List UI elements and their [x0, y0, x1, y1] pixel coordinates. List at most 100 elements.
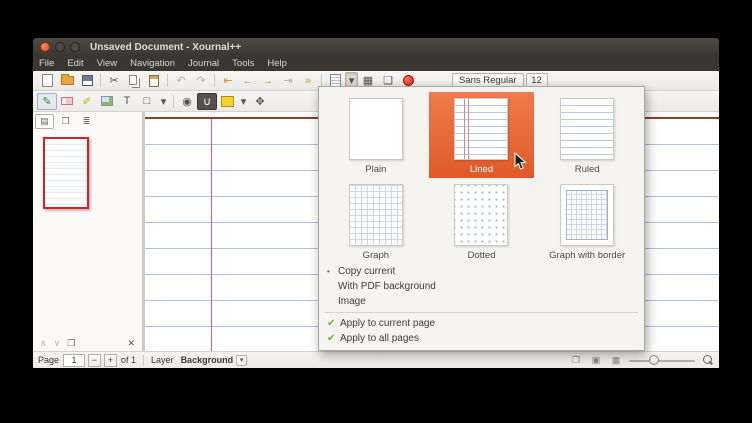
close-button[interactable] [40, 42, 50, 52]
paper-option-dotted[interactable]: Dotted [429, 178, 535, 264]
copy-button[interactable] [124, 72, 144, 89]
delete-page-button[interactable]: ✕ [127, 338, 135, 349]
chevron-down-icon: ▾ [240, 356, 244, 364]
zoom-original-icon: ▦ [612, 355, 621, 366]
paper-option-ruled[interactable]: Ruled [534, 92, 640, 178]
move-page-up-button[interactable]: ∧ [40, 338, 47, 349]
zoom-controls: ❐ ▣ ▦ [569, 354, 714, 367]
save-button[interactable] [77, 72, 97, 89]
apply-current-page-item[interactable]: ✔ Apply to current page [323, 316, 640, 331]
maximize-button[interactable] [70, 42, 80, 52]
open-button[interactable] [57, 72, 77, 89]
popup-item-copy-current[interactable]: • Copy current [323, 264, 640, 279]
color-swatch-icon [221, 96, 234, 107]
highlighter-tool-button[interactable]: ✐ [77, 93, 97, 110]
minimize-button[interactable] [55, 42, 65, 52]
graph-paper-preview [349, 184, 403, 246]
page-decrement-button[interactable]: − [88, 354, 101, 367]
paper-option-label: Plain [327, 164, 425, 175]
sidebar-tab-pages[interactable]: ❐ [56, 114, 75, 129]
zoom-slider[interactable] [629, 354, 695, 367]
paper-option-graph-border[interactable]: Graph with border [534, 178, 640, 264]
paper-option-label: Graph with border [538, 250, 636, 261]
shapes-tool-button[interactable]: □ [137, 93, 157, 110]
minus-icon: − [92, 355, 97, 365]
zoom-fit-icon: ▣ [592, 355, 601, 366]
sidebar: ▤ ❐ ≣ ∧ ∨ ❐ ✕ [33, 112, 145, 351]
mouse-cursor [514, 152, 527, 171]
page-number-value: 1 [72, 355, 77, 365]
dropdown-arrow-icon: ▾ [241, 95, 247, 108]
new-document-button[interactable] [37, 72, 57, 89]
last-annotated-page-button[interactable]: » [298, 72, 318, 89]
bullet-icon: • [327, 267, 338, 276]
popup-item-image[interactable]: Image [323, 294, 640, 309]
color-dropdown-button[interactable]: ▾ [237, 93, 250, 110]
paper-option-label: Graph [327, 250, 425, 261]
move-page-down-button[interactable]: ∨ [54, 338, 61, 349]
down-arrow-icon: ∨ [54, 338, 61, 348]
last-page-icon: ⇥ [283, 74, 292, 87]
menu-help[interactable]: Help [267, 58, 287, 69]
save-icon [82, 75, 93, 86]
shapes-dropdown-button[interactable]: ▾ [157, 93, 170, 110]
open-folder-icon [61, 76, 74, 85]
menu-edit[interactable]: Edit [67, 58, 83, 69]
shape-recognizer-button[interactable]: ◉ [177, 93, 197, 110]
layer-select[interactable]: Background ▾ [178, 354, 251, 367]
hand-tool-button[interactable]: ✥ [250, 93, 270, 110]
page-number-input[interactable]: 1 [63, 354, 85, 367]
menu-file[interactable]: File [39, 58, 54, 69]
previous-page-icon: ← [243, 75, 254, 87]
redo-button[interactable]: ↷ [191, 72, 211, 89]
pair-pages-button[interactable]: ❐ [569, 354, 583, 367]
text-tool-button[interactable]: T [117, 93, 137, 110]
up-arrow-icon: ∧ [40, 338, 47, 348]
popup-item-label: Image [338, 296, 366, 307]
zoom-magnifier-icon[interactable] [701, 354, 714, 367]
menu-journal[interactable]: Journal [188, 58, 219, 69]
first-page-icon: ⇤ [223, 74, 232, 87]
zoom-slider-track [629, 360, 695, 362]
zoom-original-button[interactable]: ▦ [609, 354, 623, 367]
popup-item-label: Copy current [338, 266, 395, 277]
paper-option-graph[interactable]: Graph [323, 178, 429, 264]
pen-icon: ✎ [42, 95, 51, 108]
menu-view[interactable]: View [97, 58, 117, 69]
first-page-button[interactable]: ⇤ [218, 72, 238, 89]
paste-button[interactable] [144, 72, 164, 89]
copy-page-button[interactable]: ❐ [67, 338, 75, 349]
next-page-button[interactable]: → [258, 72, 278, 89]
last-page-button[interactable]: ⇥ [278, 72, 298, 89]
undo-button[interactable]: ↶ [171, 72, 191, 89]
sidebar-tab-contents[interactable]: ▤ [35, 114, 54, 129]
apply-all-pages-item[interactable]: ✔ Apply to all pages [323, 331, 640, 346]
zoom-slider-handle[interactable] [649, 355, 659, 365]
sidebar-tab-layers[interactable]: ≣ [77, 114, 96, 129]
page-increment-button[interactable]: + [104, 354, 117, 367]
paper-option-plain[interactable]: Plain [323, 92, 429, 178]
zoom-fit-button[interactable]: ▣ [589, 354, 603, 367]
image-tool-button[interactable] [97, 93, 117, 110]
previous-page-button[interactable]: ← [238, 72, 258, 89]
menubar: File Edit View Navigation Journal Tools … [33, 56, 719, 71]
color-swatch-button[interactable] [217, 93, 237, 110]
pen-tool-button[interactable]: ✎ [37, 93, 57, 110]
layer-dropdown-icon: ▾ [236, 355, 247, 366]
shape-recognizer-icon: ◉ [182, 95, 192, 108]
popup-item-pdf-background[interactable]: With PDF background [323, 279, 640, 294]
check-icon: ✔ [327, 318, 340, 329]
popup-item-label: With PDF background [338, 281, 436, 292]
titlebar: Unsaved Document - Xournal++ [33, 38, 719, 56]
cut-button[interactable]: ✂ [104, 72, 124, 89]
menu-tools[interactable]: Tools [232, 58, 254, 69]
text-tool-icon: T [124, 95, 131, 107]
statusbar-separator [143, 355, 144, 366]
page-thumbnail-selected[interactable] [43, 137, 89, 209]
next-page-icon: → [263, 75, 274, 87]
select-object-button[interactable]: ∪ [197, 93, 217, 110]
menu-navigation[interactable]: Navigation [130, 58, 175, 69]
new-document-icon [42, 74, 53, 87]
paper-type-grid: Plain Lined Ruled Graph Dotted [323, 92, 640, 264]
eraser-tool-button[interactable] [57, 93, 77, 110]
